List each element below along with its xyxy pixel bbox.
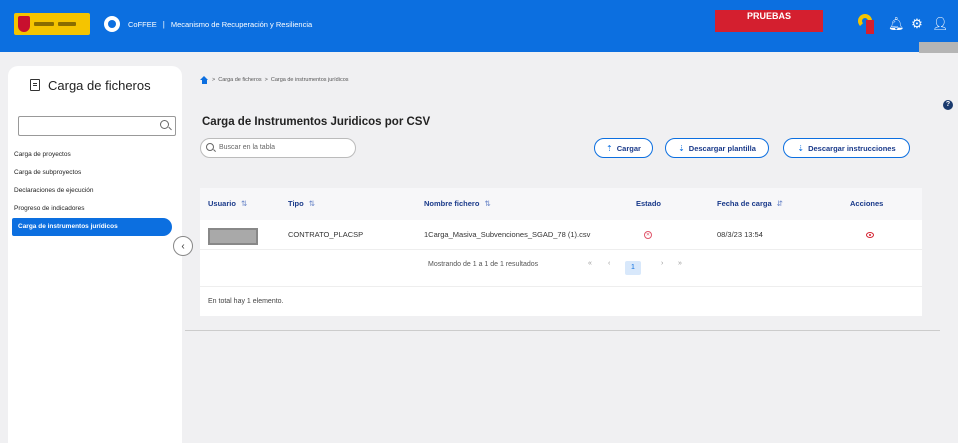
app-subtitle: Mecanismo de Recuperación y Resiliencia [170,19,313,29]
download-icon: ⇣ [797,143,805,153]
total-count: En total hay 1 elemento. [208,298,284,305]
sort-icon[interactable]: ⇅ [241,199,247,208]
file-upload-icon [30,79,40,91]
next-page-button[interactable]: › [661,260,663,267]
column-label: Acciones [850,199,884,208]
descargar-instrucciones-button[interactable]: ⇣ Descargar instrucciones [783,138,910,158]
search-icon [160,120,169,129]
logo-text-bar [34,22,54,26]
sidebar-item-carga-subproyectos[interactable]: Carga de subproyectos [8,164,182,182]
usuario-cell-redacted [208,228,258,245]
prtr-logo [858,14,880,34]
first-page-button[interactable]: « [588,260,592,267]
breadcrumb-separator: > [264,77,268,83]
top-bar: CoFFEE | Mecanismo de Recuperación y Res… [0,0,958,52]
logo-text-bar [58,22,76,26]
sidebar-item-declaraciones[interactable]: Declaraciones de ejecución [8,182,182,200]
divider [185,330,940,331]
view-eye-icon[interactable] [866,232,874,238]
sidebar-title-label: Carga de ficheros [48,78,151,93]
column-header-acciones: Acciones [850,199,883,208]
sidebar-item-progreso-indicadores[interactable]: Progreso de indicadores [8,200,182,218]
pagination: Mostrando de 1 a 1 de 1 resultados « ‹ ›… [200,250,922,280]
breadcrumb-item-carga-ficheros[interactable]: Carga de ficheros [218,77,261,83]
column-header-fecha-carga[interactable]: Fecha de carga ⇵ [717,199,783,208]
breadcrumb-item-current: Carga de instrumentos jurídicos [270,77,349,83]
user-icon[interactable]: 👤︎ [932,16,949,32]
sidebar-search-input[interactable] [18,116,176,136]
top-bar-left: CoFFEE | Mecanismo de Recuperación y Res… [14,12,312,36]
top-bar-icons: 🔔︎ ⚙ 👤︎ [858,14,949,34]
upload-icon: ⇡ [606,143,613,153]
column-header-tipo[interactable]: Tipo ⇅ [288,199,315,208]
gobierno-logo [14,13,90,35]
cargar-button-label: Cargar [616,143,641,153]
column-header-usuario[interactable]: Usuario ⇅ [208,199,247,208]
page-1-button[interactable]: 1 [625,261,641,275]
sidebar-title: Carga de ficheros [30,78,151,93]
collapse-sidebar-button[interactable]: ‹ [173,236,193,256]
app-name: CoFFEE [128,19,157,29]
column-label: Tipo [288,199,304,208]
cargar-button[interactable]: ⇡ Cargar [594,138,653,158]
breadcrumb: > Carga de ficheros > Carga de instrumen… [200,76,349,84]
download-icon: ⇣ [678,143,685,153]
logo-bar [866,20,874,34]
sidebar-menu: Carga de proyectos Carga de subproyectos… [8,146,182,236]
descargar-instrucciones-label: Descargar instrucciones [808,143,896,153]
coat-of-arms-icon [18,16,30,32]
bell-icon[interactable]: 🔔︎ [888,16,905,32]
column-label: Nombre fichero [424,199,480,208]
sort-desc-icon[interactable]: ⇵ [777,199,783,208]
table-row: CONTRATO_PLACSP 1Carga_Masiva_Subvencion… [200,220,922,250]
descargar-plantilla-label: Descargar plantilla [688,143,756,153]
header-separator: | [162,19,165,29]
column-header-nombre-fichero[interactable]: Nombre fichero ⇅ [424,199,491,208]
table-search-input[interactable]: Buscar en la tabla [200,138,356,158]
help-icon[interactable]: ? [943,100,953,110]
sort-icon[interactable]: ⇅ [309,199,315,208]
column-label: Fecha de carga [717,199,772,208]
sidebar: Carga de ficheros Carga de proyectos Car… [8,66,182,443]
last-page-button[interactable]: » [678,260,682,267]
chevron-left-icon: ‹ [181,240,185,252]
column-label: Usuario [208,199,236,208]
files-table: Usuario ⇅ Tipo ⇅ Nombre fichero ⇅ Estado Fe… [200,188,922,316]
page-title: Carga de Instrumentos Juridicos por CSV [202,116,431,128]
sidebar-item-carga-proyectos[interactable]: Carga de proyectos [8,146,182,164]
home-icon[interactable] [200,76,209,84]
breadcrumb-separator: > [212,77,216,83]
table-header: Usuario ⇅ Tipo ⇅ Nombre fichero ⇅ Estado Fe… [200,188,922,220]
tipo-cell: CONTRATO_PLACSP [288,230,364,239]
search-icon [206,143,214,151]
user-name-redacted[interactable] [919,42,958,53]
pagination-summary: Mostrando de 1 a 1 de 1 resultados [428,261,539,268]
fecha-carga-cell: 08/3/23 13:54 [717,230,763,239]
column-header-estado: Estado [636,199,661,208]
divider [200,286,922,287]
sidebar-item-instrumentos-juridicos[interactable]: Carga de instrumentos jurídicos [12,218,172,236]
coffee-logo-icon [104,16,120,32]
nombre-fichero-cell: 1Carga_Masiva_Subvenciones_SGAD_78 (1).c… [424,230,591,239]
gear-icon[interactable]: ⚙ [910,16,924,32]
descargar-plantilla-button[interactable]: ⇣ Descargar plantilla [665,138,769,158]
error-status-icon: ✕ [644,231,652,239]
environment-badge: PRUEBAS [715,10,823,32]
column-label: Estado [636,199,662,208]
prev-page-button[interactable]: ‹ [608,260,610,267]
environment-badge-label: PRUEBAS [746,11,791,21]
sort-icon[interactable]: ⇅ [484,199,490,208]
